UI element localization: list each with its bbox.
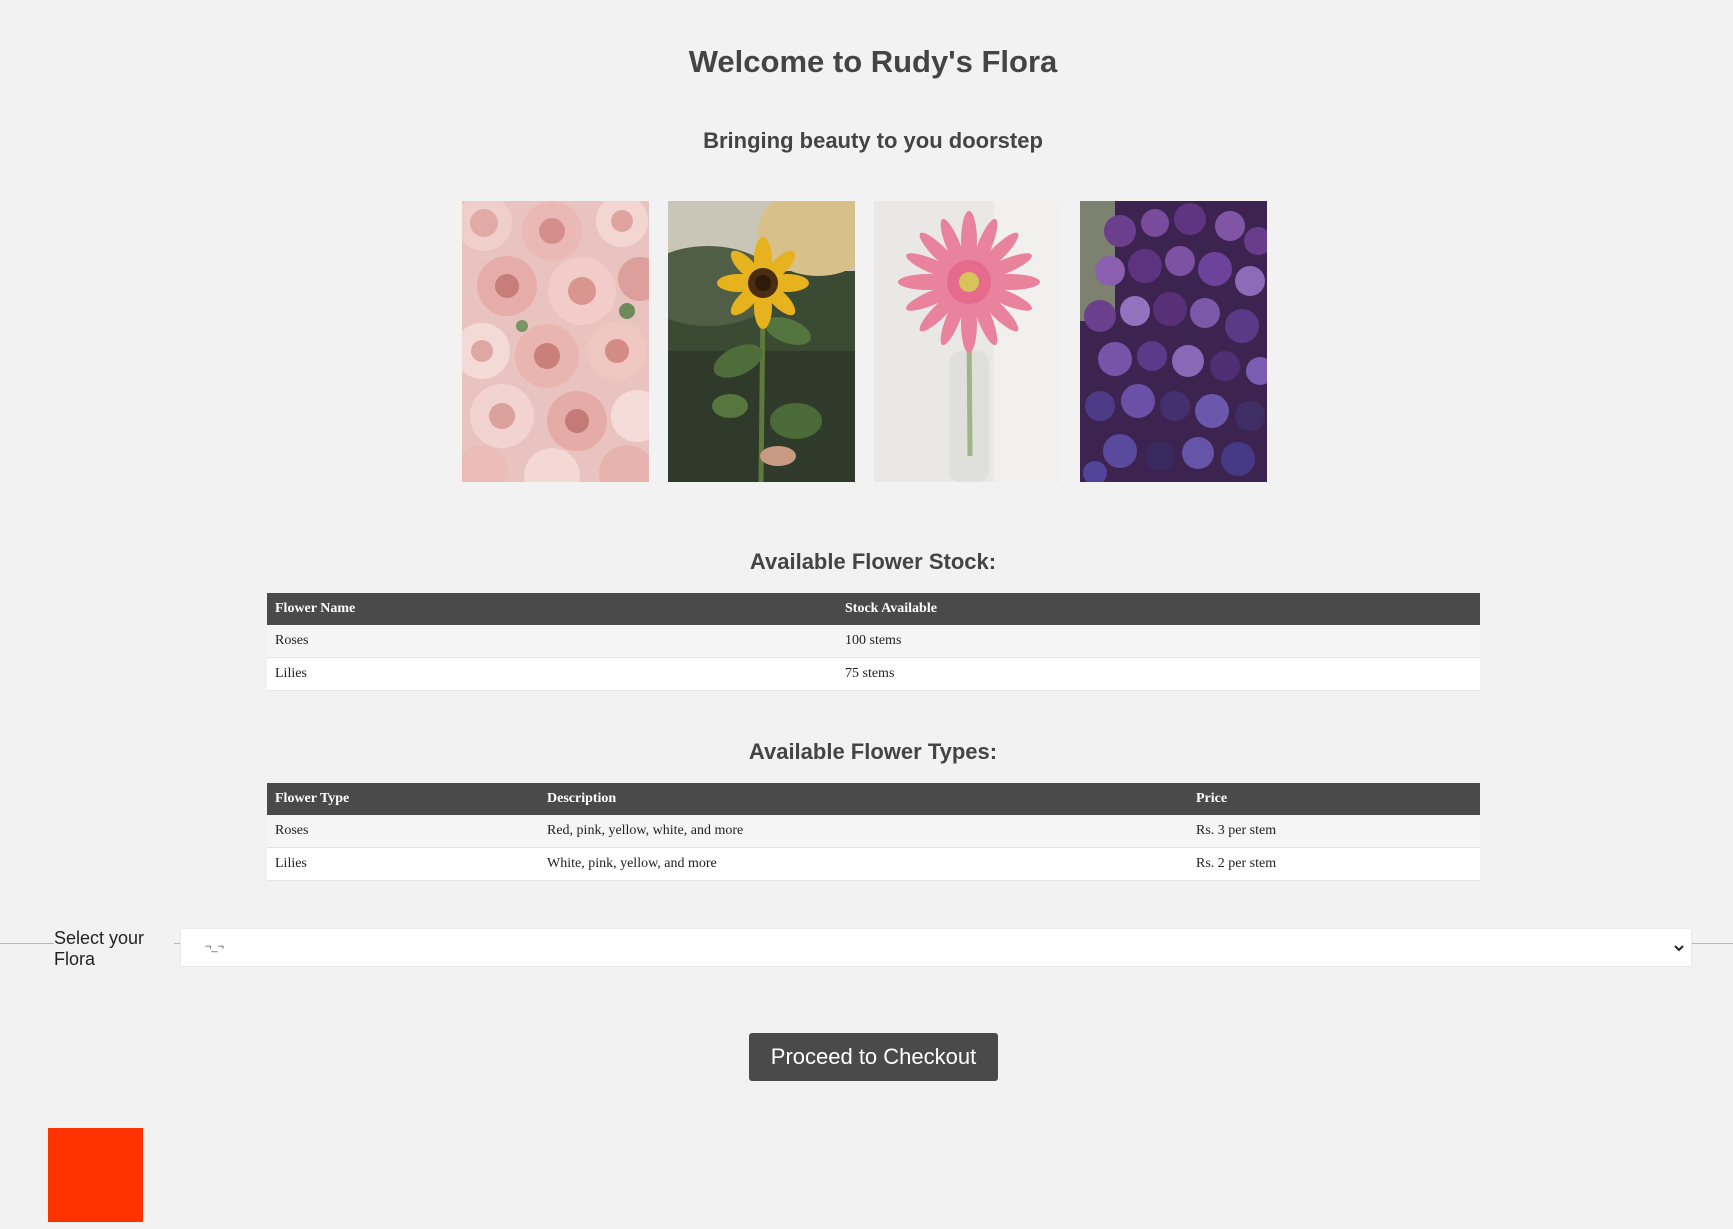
page-title: Welcome to Rudy's Flora xyxy=(688,44,1058,79)
table-cell: Lilies xyxy=(267,657,837,691)
ranunculus-photo xyxy=(462,201,649,482)
table-cell: 75 stems xyxy=(837,657,1480,691)
flower-gallery xyxy=(462,201,1267,482)
chevron-down-icon xyxy=(1674,945,1684,952)
table-cell: Roses xyxy=(267,625,837,658)
flora-select-row: Select your Flora ¬_¬ xyxy=(0,928,1733,970)
table-header-row: Flower Type Description Price xyxy=(267,783,1480,815)
table-cell: Red, pink, yellow, white, and more xyxy=(539,815,1188,848)
lilac-photo xyxy=(1080,201,1267,482)
gerbera-photo xyxy=(874,201,1061,482)
flora-select-label: Select your Flora xyxy=(54,928,174,970)
types-table: Flower Type Description Price Roses Red,… xyxy=(267,783,1480,881)
column-header-price: Price xyxy=(1188,783,1480,815)
column-header-stock-available: Stock Available xyxy=(837,593,1480,625)
column-header-description: Description xyxy=(539,783,1188,815)
table-row: Lilies 75 stems xyxy=(267,657,1480,691)
column-header-flower-name: Flower Name xyxy=(267,593,837,625)
table-cell: White, pink, yellow, and more xyxy=(539,847,1188,881)
flora-select[interactable]: ¬_¬ xyxy=(180,928,1692,967)
stock-heading: Available Flower Stock: xyxy=(749,549,997,574)
flora-select-value: ¬_¬ xyxy=(205,941,224,953)
table-cell: Rs. 2 per stem xyxy=(1188,847,1480,881)
table-cell: 100 stems xyxy=(837,625,1480,658)
sunflower-photo xyxy=(668,201,855,482)
page-subtitle: Bringing beauty to you doorstep xyxy=(703,128,1043,153)
checkout-button[interactable]: Proceed to Checkout xyxy=(749,1033,998,1081)
table-row: Roses Red, pink, yellow, white, and more… xyxy=(267,815,1480,848)
orange-square xyxy=(48,1128,143,1222)
table-cell: Roses xyxy=(267,815,539,848)
table-header-row: Flower Name Stock Available xyxy=(267,593,1480,625)
column-header-flower-type: Flower Type xyxy=(267,783,539,815)
types-heading: Available Flower Types: xyxy=(748,739,998,764)
table-row: Lilies White, pink, yellow, and more Rs.… xyxy=(267,847,1480,881)
table-row: Roses 100 stems xyxy=(267,625,1480,658)
table-cell: Lilies xyxy=(267,847,539,881)
stock-table: Flower Name Stock Available Roses 100 st… xyxy=(267,593,1480,691)
table-cell: Rs. 3 per stem xyxy=(1188,815,1480,848)
